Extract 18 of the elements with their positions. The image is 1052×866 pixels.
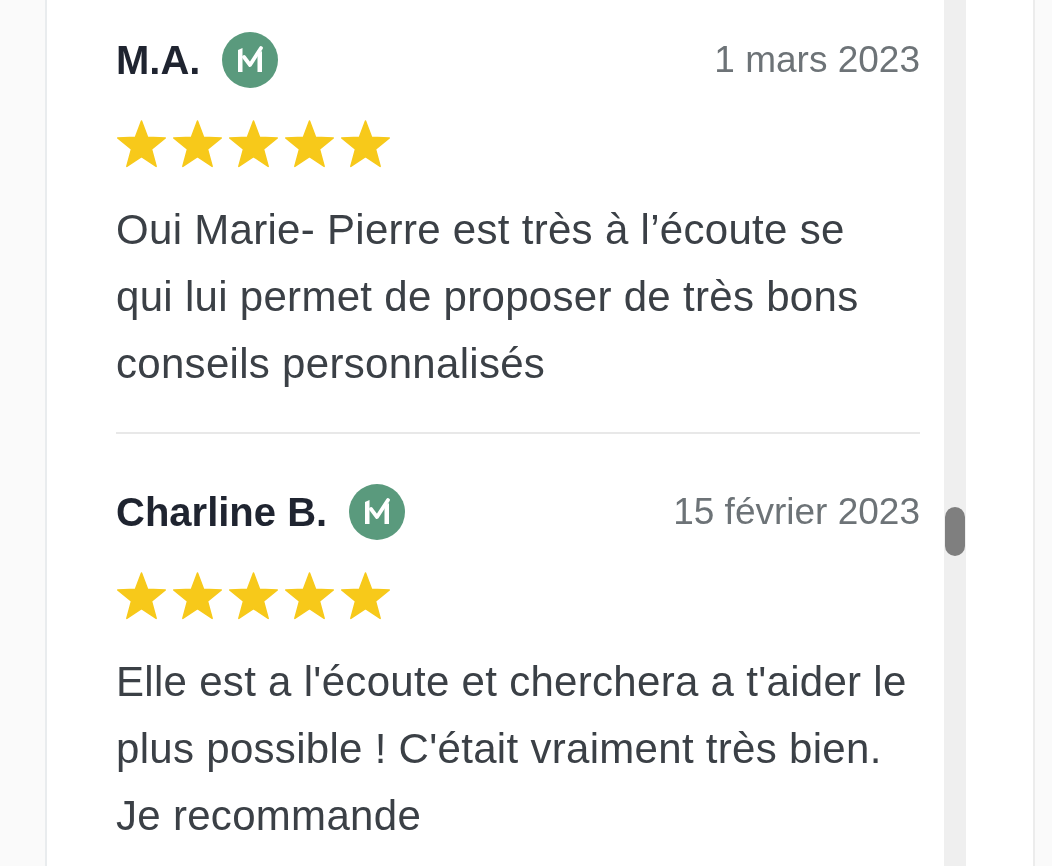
star-icon bbox=[172, 572, 223, 620]
reviewer-name: Charline B. bbox=[116, 489, 328, 535]
review-text: Elle est a l'écoute et cherchera a t'aider le plus possible ! C'était vraiment très bien. Je recommande bbox=[116, 657, 907, 841]
star-icon bbox=[116, 120, 167, 168]
review-text: Oui Marie- Pierre est très à l’écoute se qui lui permet de proposer de très bons conseils personnalisés bbox=[116, 205, 859, 389]
review-date: 15 février 2023 bbox=[673, 491, 920, 533]
scrollbar-thumb[interactable] bbox=[945, 507, 965, 556]
reviewer-name: M.A. bbox=[116, 37, 201, 83]
star-icon bbox=[228, 120, 279, 168]
star-icon bbox=[284, 572, 335, 620]
star-icon bbox=[172, 120, 223, 168]
review-date: 1 mars 2023 bbox=[714, 39, 920, 81]
star-icon bbox=[228, 572, 279, 620]
star-icon bbox=[284, 120, 335, 168]
scrollbar-track[interactable] bbox=[944, 0, 966, 866]
star-icon bbox=[340, 572, 391, 620]
star-icon bbox=[340, 120, 391, 168]
star-icon bbox=[116, 572, 167, 620]
